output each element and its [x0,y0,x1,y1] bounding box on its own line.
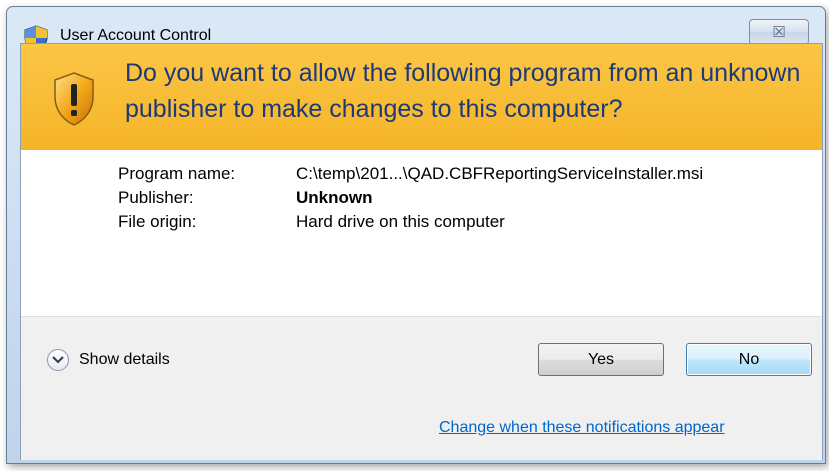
publisher-value: Unknown [296,188,373,207]
close-button[interactable]: ☒ [749,19,809,45]
yes-button[interactable]: Yes [538,343,664,376]
publisher-label: Publisher: [118,188,194,207]
uac-dialog: User Account Control ☒ Do you want to al… [6,6,826,464]
warning-shield-icon [54,72,94,126]
warning-banner: Do you want to allow the following progr… [21,44,822,150]
uac-question: Do you want to allow the following progr… [125,59,801,123]
no-button[interactable]: No [686,343,812,376]
dialog-content: Do you want to allow the following progr… [20,43,823,460]
file-origin-label: File origin: [118,212,197,231]
program-name-label: Program name: [118,164,236,183]
show-details-toggle[interactable]: Show details [47,349,170,371]
dialog-footer: Show details Yes No Change when these no… [21,316,822,460]
program-name-value: C:\temp\201...\QAD.CBFReportingServiceIn… [296,164,704,183]
file-origin-value: Hard drive on this computer [296,212,505,231]
show-details-label[interactable]: Show details [79,351,170,369]
change-notifications-link[interactable]: Change when these notifications appear [439,419,725,437]
chevron-down-icon[interactable] [47,349,69,371]
close-icon: ☒ [772,23,786,41]
